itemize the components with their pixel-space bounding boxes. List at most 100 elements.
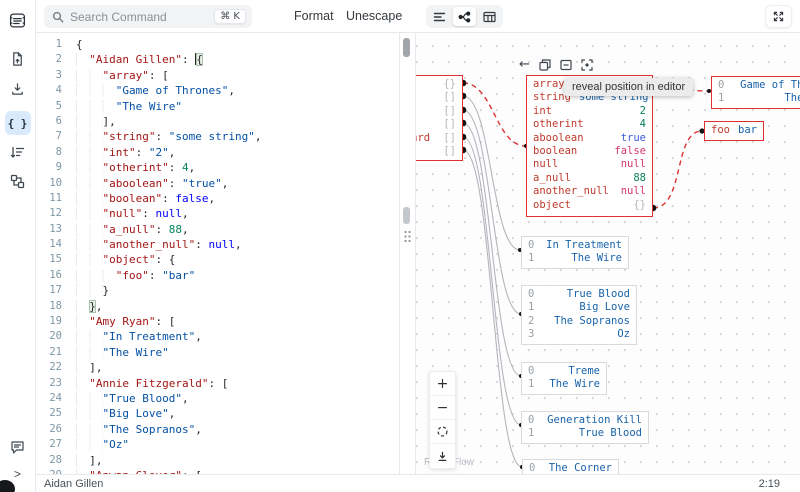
table-view-button[interactable] [478,7,501,26]
open-document-icon[interactable] [5,47,31,71]
editor-scrollbar-thumb[interactable] [403,38,410,57]
editor-line[interactable]: 26 "The Sopranos", [36,422,399,437]
node-row[interactable]: 1The Wire [522,252,628,265]
graph-node-aidan-gillen-array[interactable]: 0Game of Thrones1The Wire [711,76,800,109]
editor-line[interactable]: 7 "string": "some string", [36,129,399,144]
editor-line[interactable]: 18 }, [36,299,399,314]
editor-line[interactable]: 8 "int": "2", [36,145,399,160]
node-row[interactable]: 3Oz [522,328,636,341]
copy-node-icon[interactable] [539,59,551,71]
node-row[interactable]: 2The Sopranos [522,315,636,328]
editor-line[interactable]: 11 "boolean": false, [36,191,399,206]
format-button[interactable]: Format [288,0,340,32]
line-content[interactable]: "a_null": 88, [62,222,189,237]
zoom-in-button[interactable]: + [430,372,455,396]
line-content[interactable]: ], [62,360,103,375]
line-content[interactable]: "string": "some string", [62,129,261,144]
node-row[interactable]: 0In Treatment [522,239,628,252]
line-content[interactable]: "Oz" [62,437,129,452]
node-row[interactable]: 0Treme [522,365,606,378]
collapse-node-icon[interactable] [560,59,572,71]
line-content[interactable]: "boolean": false, [62,191,215,206]
node-row[interactable]: foobar [705,124,763,137]
line-content[interactable]: "array": [ [62,68,169,83]
back-icon[interactable]: ← [519,58,530,71]
json-editor[interactable]: 1{2 "Aidan Gillen": {3 "array": [4 "Game… [36,33,400,474]
line-content[interactable]: "The Wire" [62,99,182,114]
line-content[interactable]: "null": null, [62,206,189,221]
editor-line[interactable]: 10 "aboolean": "true", [36,176,399,191]
line-content[interactable]: "object": { [62,252,175,267]
graph-node-alexander-skarsgard[interactable]: 0Generation Kill1True Blood [521,411,649,444]
editor-line[interactable]: 17 } [36,283,399,298]
transform-icon[interactable] [5,140,31,164]
node-row[interactable]: 0Game of Thrones [712,79,800,92]
graph-node-clarke-peters[interactable]: 0The Corner [522,459,619,474]
line-content[interactable]: "The Sopranos", [62,422,202,437]
editor-line[interactable]: 23 "Annie Fitzgerald": [ [36,376,399,391]
editor-line[interactable]: 21 "The Wire" [36,345,399,360]
line-content[interactable]: { [62,37,83,52]
line-content[interactable]: "aboolean": "true", [62,176,228,191]
node-row[interactable]: 0Generation Kill [522,414,648,427]
editor-line[interactable]: 1{ [36,37,399,52]
node-row[interactable]: abooleantrue [527,132,652,145]
line-content[interactable]: "The Wire" [62,345,169,360]
zoom-out-button[interactable]: − [430,396,455,420]
node-row[interactable]: Anwan Glover[] [415,118,462,131]
line-content[interactable]: ], [62,453,103,468]
fullscreen-button[interactable] [765,5,792,28]
node-row[interactable]: 1Big Love [522,301,636,314]
line-content[interactable]: }, [62,299,103,314]
editor-line[interactable]: 22 ], [36,360,399,375]
graph-node-aidan-gillen-object[interactable]: foobar [704,121,764,141]
graph-canvas[interactable]: Aidan Gillen{}Amy Ryan[]Annie Fitzgerald… [415,33,800,474]
graph-node-anwan-glover[interactable]: 0Treme1The Wire [521,362,607,395]
node-row[interactable]: Aidan Gillen{} [415,78,462,91]
node-row[interactable]: Alexander Skarsgard[] [415,132,462,145]
line-content[interactable]: } [62,283,109,298]
editor-line[interactable]: 27 "Oz" [36,437,399,452]
line-content[interactable]: "int": "2", [62,145,175,160]
compare-icon[interactable] [5,169,31,193]
fit-view-button[interactable] [430,420,455,444]
line-content[interactable]: "In Treatment", [62,329,202,344]
line-content[interactable]: "foo": "bar" [62,268,195,283]
download-image-button[interactable] [430,444,455,468]
line-content[interactable]: "otherint": 4, [62,160,195,175]
json-braces-icon[interactable]: { } [5,111,31,135]
node-row[interactable]: otherint4 [527,118,652,131]
editor-line[interactable]: 15 "object": { [36,252,399,267]
node-row[interactable]: Clarke Peters[] [415,145,462,158]
editor-line[interactable]: 4 "Game of Thrones", [36,83,399,98]
line-content[interactable]: "Big Love", [62,406,175,421]
unescape-button[interactable]: Unescape [340,0,408,32]
editor-line[interactable]: 12 "null": null, [36,206,399,221]
line-content[interactable]: "True Blood", [62,391,189,406]
node-row[interactable]: 0The Corner [523,462,618,474]
node-row[interactable]: 1The Wire [712,92,800,105]
editor-line[interactable]: 5 "The Wire" [36,99,399,114]
editor-line[interactable]: 6 ], [36,114,399,129]
editor-line[interactable]: 2 "Aidan Gillen": { [36,52,399,67]
focus-node-icon[interactable] [581,59,593,71]
editor-line[interactable]: 24 "True Blood", [36,391,399,406]
node-row[interactable]: Annie Fitzgerald[] [415,105,462,118]
node-row[interactable]: int2 [527,105,652,118]
node-row[interactable]: another_nullnull [527,185,652,198]
breadcrumb-path[interactable]: Aidan Gillen [44,478,759,490]
node-row[interactable]: 1The Wire [522,378,606,391]
download-icon[interactable] [5,77,31,101]
line-content[interactable]: "Aidan Gillen": { [62,52,203,67]
editor-line[interactable]: 14 "another_null": null, [36,237,399,252]
node-row[interactable]: 0True Blood [522,288,636,301]
editor-line[interactable]: 20 "In Treatment", [36,329,399,344]
node-row[interactable]: nullnull [527,158,652,171]
panel-splitter[interactable] [400,33,415,474]
editor-line[interactable]: 13 "a_null": 88, [36,222,399,237]
editor-line[interactable]: 19 "Amy Ryan": [ [36,314,399,329]
graph-node-amy-ryan[interactable]: 0In Treatment1The Wire [521,236,629,269]
search-input[interactable]: Search Command ⌘ K [44,5,252,28]
node-row[interactable]: object{} [527,199,652,212]
editor-line[interactable]: 9 "otherint": 4, [36,160,399,175]
